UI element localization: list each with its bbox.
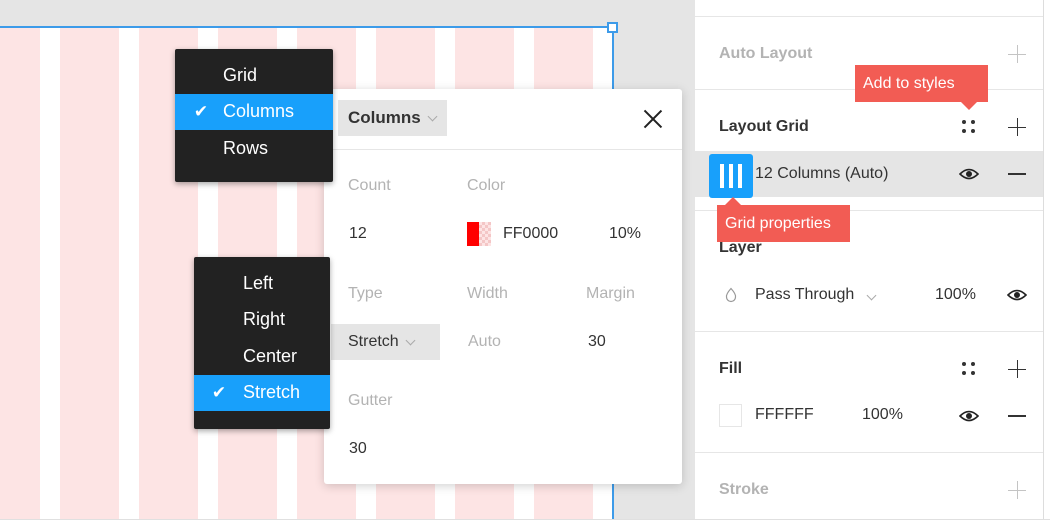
- menu-item-label: Grid: [223, 64, 258, 85]
- checkmark-icon: ✔: [193, 101, 209, 121]
- color-swatch-transparent: [479, 222, 491, 246]
- close-icon[interactable]: [642, 108, 664, 130]
- style-dots-icon[interactable]: [962, 362, 976, 376]
- margin-input[interactable]: 30: [588, 333, 606, 351]
- fill-title: Fill: [719, 360, 743, 377]
- count-label: Count: [348, 177, 391, 194]
- bottom-edge: [0, 519, 1050, 528]
- alignment-menu: Left Right Center ✔ Stretch: [194, 257, 330, 429]
- menu-item-label: Left: [243, 272, 274, 293]
- auto-layout-title: Auto Layout: [719, 45, 813, 62]
- count-input[interactable]: 12: [349, 225, 367, 243]
- plus-icon[interactable]: [1008, 118, 1026, 136]
- blend-mode-select[interactable]: Pass Through: [755, 286, 877, 304]
- menu-item-stretch[interactable]: ✔ Stretch: [194, 374, 330, 411]
- color-hex-input[interactable]: FF0000: [503, 225, 558, 243]
- gutter-label: Gutter: [348, 392, 393, 409]
- columns-grid-icon[interactable]: [709, 154, 753, 198]
- menu-item-columns[interactable]: ✔ Columns: [175, 93, 333, 130]
- menu-item-label: Right: [243, 309, 286, 330]
- layout-grid-title: Layout Grid: [719, 118, 809, 135]
- menu-item-grid[interactable]: Grid: [175, 57, 333, 94]
- margin-label: Margin: [586, 285, 635, 302]
- grid-type-select[interactable]: Columns: [338, 100, 447, 136]
- alignment-value: Stretch: [348, 333, 399, 350]
- grid-column-overlay: [60, 27, 119, 519]
- chevron-down-icon: [866, 290, 877, 301]
- eye-icon[interactable]: [1007, 288, 1027, 302]
- menu-item-right[interactable]: Right: [194, 302, 330, 339]
- menu-item-label: Center: [243, 345, 298, 366]
- eye-icon[interactable]: [959, 409, 979, 423]
- resize-handle[interactable]: [607, 22, 618, 33]
- menu-item-label: Rows: [223, 137, 269, 158]
- tooltip-text: Add to styles: [863, 74, 955, 92]
- plus-icon[interactable]: [1008, 481, 1026, 499]
- stroke-section: Stroke: [695, 452, 1043, 519]
- width-input[interactable]: Auto: [468, 333, 501, 351]
- fill-hex-input[interactable]: FFFFFF: [755, 406, 814, 424]
- color-label: Color: [467, 177, 506, 194]
- grid-properties-tooltip: Grid properties: [717, 197, 850, 242]
- layout-grid-item[interactable]: 12 Columns (Auto): [695, 151, 1043, 198]
- popup-header: Columns: [324, 89, 682, 150]
- blend-mode-icon: [725, 287, 737, 303]
- tooltip-arrow: [725, 197, 741, 205]
- width-label: Width: [467, 285, 508, 302]
- tooltip-arrow: [961, 102, 977, 110]
- checkmark-icon: ✔: [211, 382, 227, 402]
- frame-selection-border: [0, 26, 613, 28]
- tooltip-text: Grid properties: [725, 214, 831, 232]
- menu-item-left[interactable]: Left: [194, 265, 330, 302]
- minus-icon[interactable]: [1008, 415, 1026, 417]
- minus-icon[interactable]: [1008, 173, 1026, 175]
- plus-icon[interactable]: [1008, 45, 1026, 63]
- grid-type-value: Columns: [348, 108, 421, 127]
- layer-opacity-input[interactable]: 100%: [935, 286, 976, 304]
- menu-item-rows[interactable]: Rows: [175, 130, 333, 167]
- chevron-down-icon: [405, 335, 416, 345]
- grid-column-overlay: [0, 27, 40, 519]
- add-to-styles-tooltip: Add to styles: [855, 65, 988, 110]
- chevron-down-icon: [427, 111, 438, 121]
- eye-icon[interactable]: [959, 167, 979, 181]
- color-opacity-input[interactable]: 10%: [609, 225, 641, 243]
- grid-type-menu: Grid ✔ Columns Rows: [175, 49, 333, 182]
- fill-opacity-input[interactable]: 100%: [862, 406, 903, 424]
- color-swatch-solid: [467, 222, 479, 246]
- layout-grid-settings-popup: Columns Count 12 Color FF0000 10% Type W…: [324, 89, 682, 484]
- fill-section: Fill: [695, 331, 1043, 453]
- plus-icon[interactable]: [1008, 360, 1026, 378]
- stroke-title: Stroke: [719, 481, 769, 498]
- color-swatch[interactable]: [467, 222, 491, 246]
- alignment-select[interactable]: Stretch: [331, 324, 440, 360]
- gutter-input[interactable]: 30: [349, 440, 367, 458]
- type-label: Type: [348, 285, 383, 302]
- blend-mode-value: Pass Through: [755, 286, 855, 303]
- style-dots-icon[interactable]: [962, 120, 976, 134]
- fill-color-swatch[interactable]: [719, 404, 742, 427]
- menu-item-center[interactable]: Center: [194, 338, 330, 375]
- grid-item-label: 12 Columns (Auto): [755, 165, 889, 182]
